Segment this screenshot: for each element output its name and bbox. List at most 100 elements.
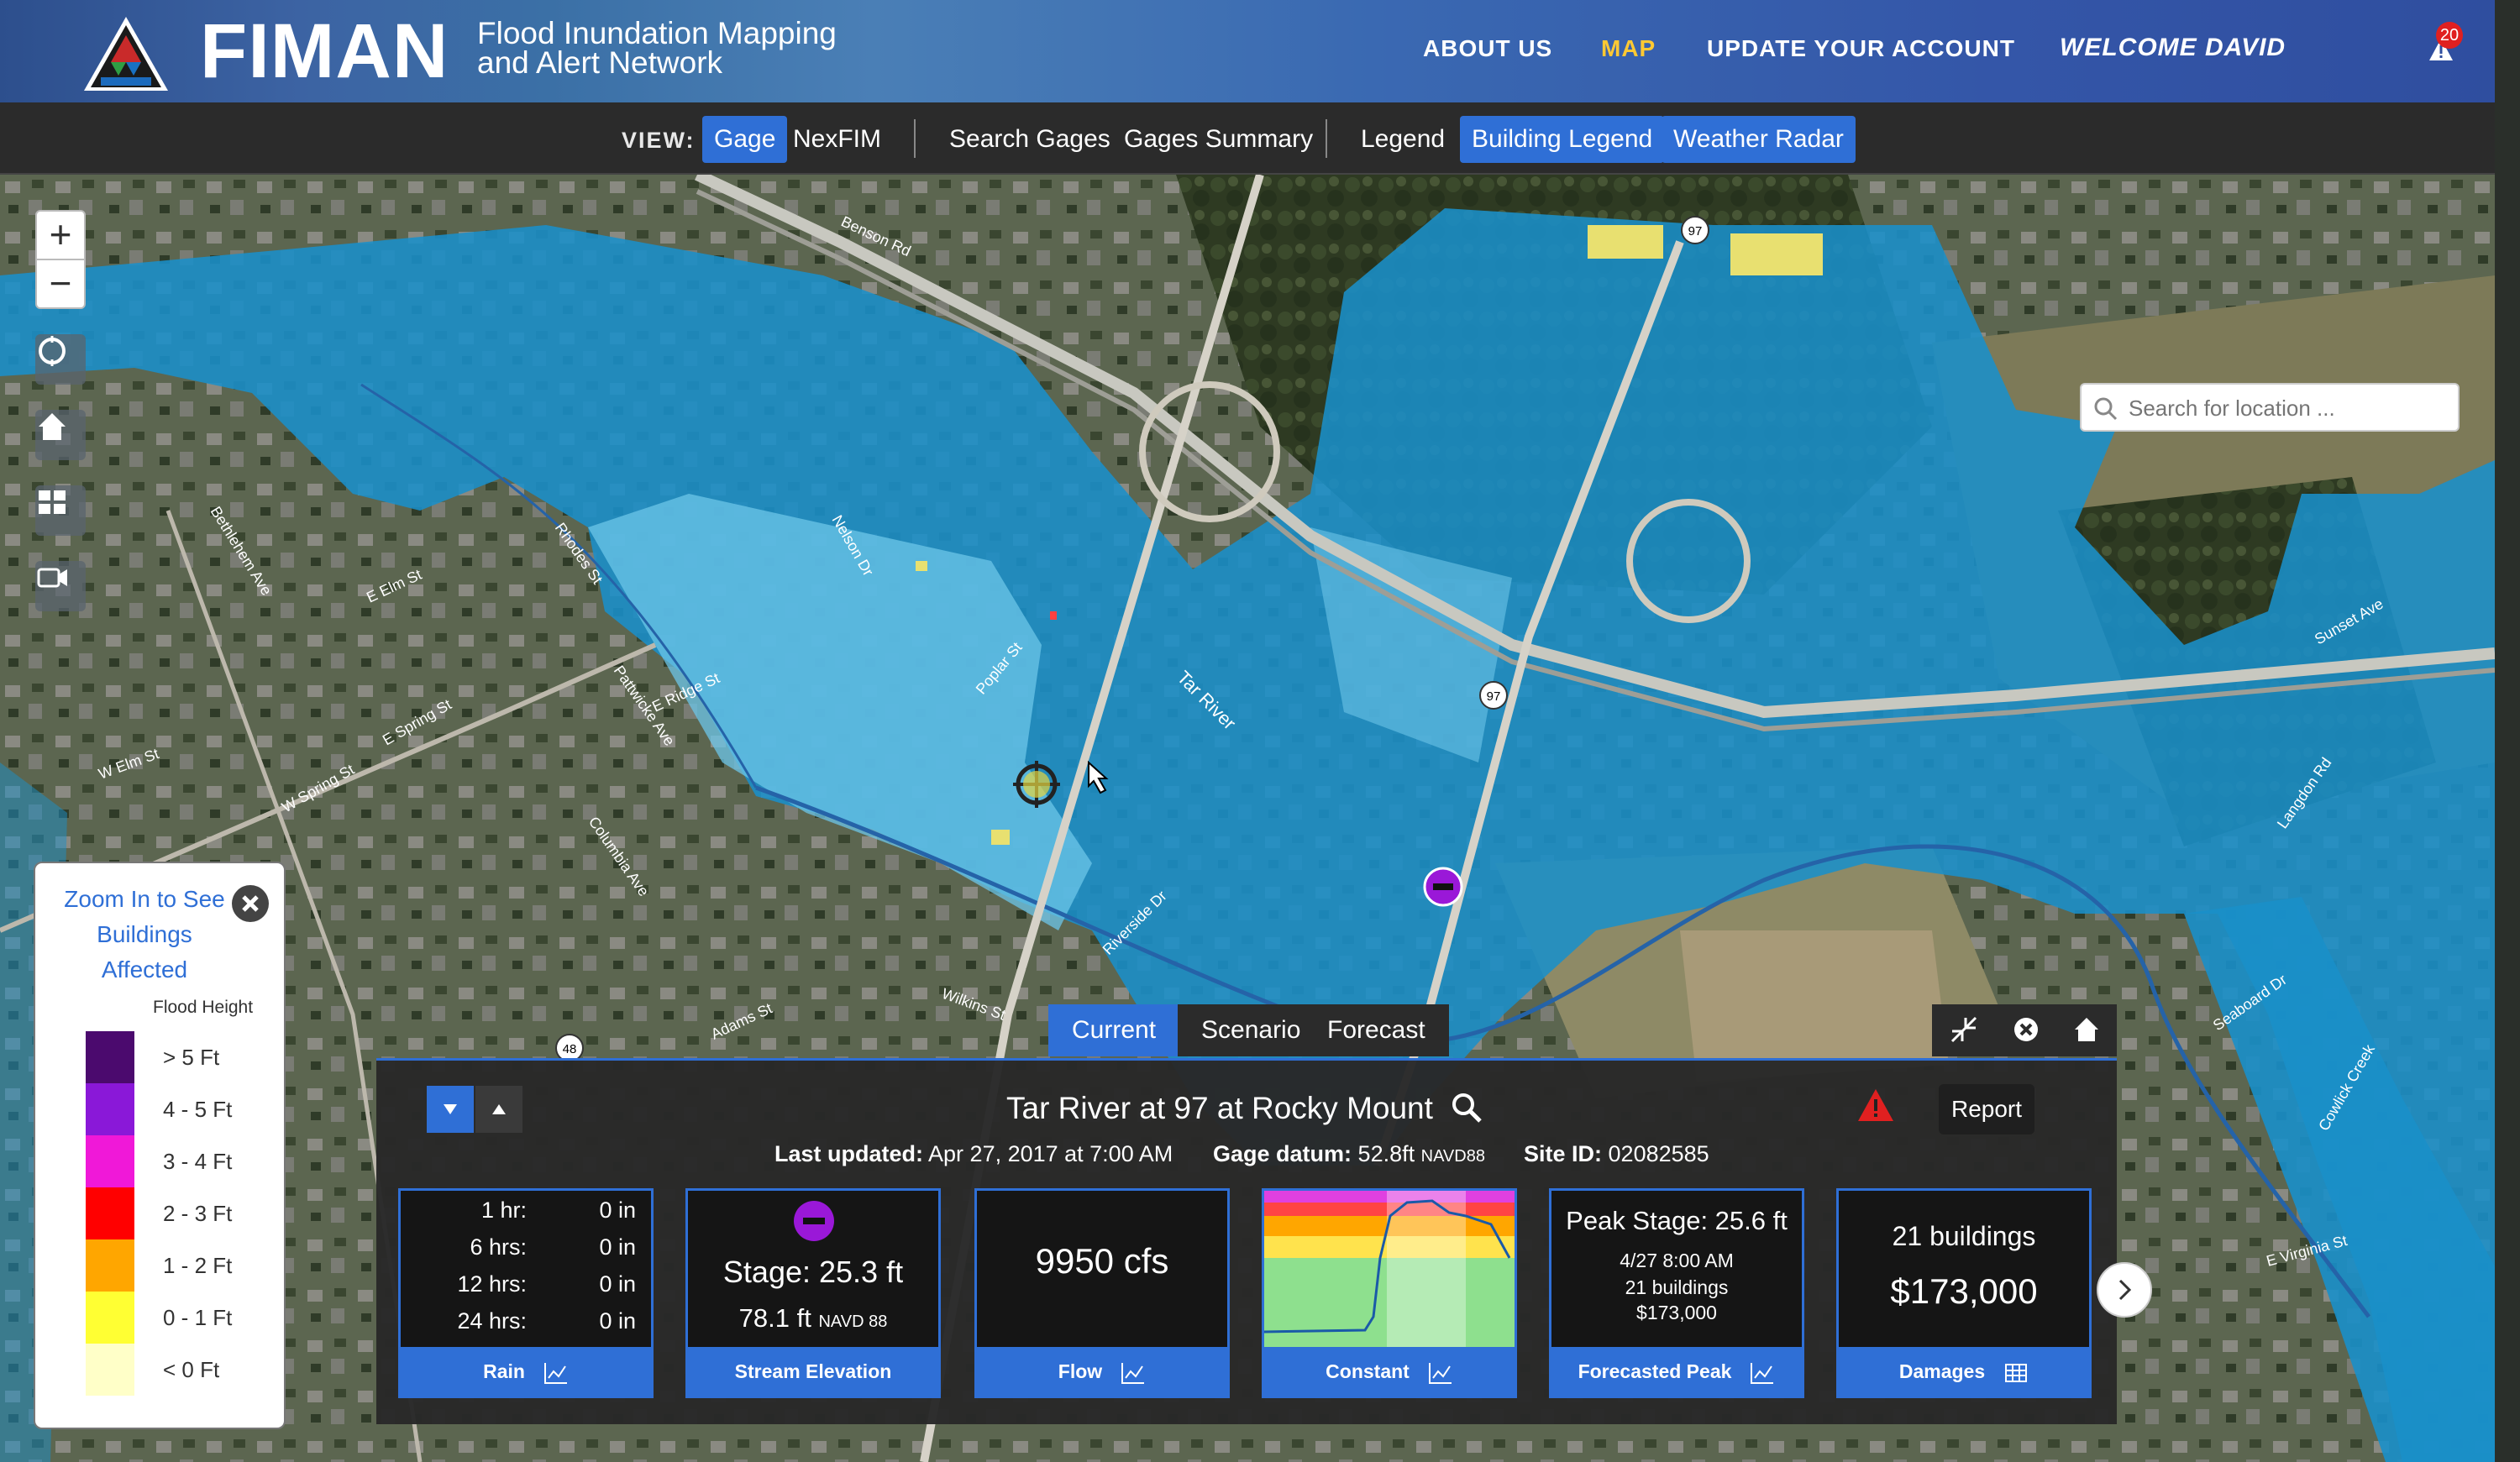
peak-damage: $173,000	[1636, 1302, 1717, 1323]
last-updated-label: Last updated:	[774, 1141, 924, 1166]
damages-footer[interactable]: Damages	[1839, 1347, 2089, 1396]
collapse-icon[interactable]	[1947, 1013, 1981, 1046]
nav-map[interactable]: MAP	[1601, 35, 1656, 62]
close-icon[interactable]	[232, 885, 269, 922]
chevron-down-icon[interactable]	[427, 1086, 474, 1133]
warning-icon[interactable]	[1856, 1086, 1895, 1124]
chart-icon[interactable]	[1750, 1361, 1775, 1385]
report-button[interactable]: Report	[1939, 1084, 2034, 1134]
damages-card[interactable]: 21 buildings $173,000 Damages	[1836, 1188, 2092, 1398]
search-gages-button[interactable]: Search Gages	[937, 116, 1122, 163]
legend-label: 3 - 4 Ft	[163, 1149, 233, 1174]
gage-title: Tar River at 97 at Rocky Mount	[1006, 1091, 1433, 1125]
rain-label-1hr: 1 hr:	[480, 1197, 527, 1223]
legend-swatch	[86, 1031, 134, 1083]
rain-value-12hr: 0 in	[599, 1271, 636, 1297]
building-legend-button[interactable]: Building Legend	[1460, 116, 1665, 163]
site-id-value: 02082585	[1608, 1141, 1709, 1166]
brand-name[interactable]: FIMAN	[200, 5, 449, 97]
flow-card[interactable]: 9950 cfs Flow	[974, 1188, 1230, 1398]
view-nexfim-button[interactable]: NexFIM	[781, 116, 893, 163]
close-icon[interactable]	[2009, 1013, 2043, 1046]
nav-about-us[interactable]: ABOUT US	[1423, 35, 1552, 62]
zoom-in-button[interactable]: +	[35, 210, 86, 260]
peak-stage: Peak Stage: 25.6 ft	[1566, 1206, 1788, 1235]
stream-elevation-footer[interactable]: Stream Elevation	[688, 1347, 938, 1396]
rain-card[interactable]: 1 hr: 0 in 6 hrs: 0 in 12 hrs: 0 in 24 h…	[398, 1188, 654, 1398]
chevron-up-icon[interactable]	[475, 1086, 522, 1133]
table-icon[interactable]	[2003, 1361, 2029, 1385]
legend-subtitle: Flood Height	[153, 998, 254, 1017]
top-header: FIMAN Flood Inundation Mapping and Alert…	[0, 0, 2495, 102]
search-icon[interactable]	[1450, 1091, 1483, 1124]
north-carolina-logo-icon[interactable]	[82, 15, 170, 92]
rain-label-12hr: 12 hrs:	[457, 1271, 527, 1297]
gages-summary-button[interactable]: Gages Summary	[1112, 116, 1325, 163]
forecasted-peak-footer[interactable]: Forecasted Peak	[1551, 1347, 1802, 1396]
peak-buildings: 21 buildings	[1625, 1276, 1729, 1298]
chart-icon[interactable]	[1428, 1361, 1453, 1385]
stream-elevation-card[interactable]: Stage: 25.3 ft 78.1 ft NAVD 88 Stream El…	[685, 1188, 941, 1398]
last-updated: Last updated: Apr 27, 2017 at 7:00 AM	[774, 1141, 1173, 1167]
legend-button[interactable]: Legend	[1349, 116, 1457, 163]
legend-swatch	[86, 1292, 134, 1344]
alert-count-badge[interactable]: 20	[2436, 22, 2463, 49]
legend-label: > 5 Ft	[163, 1045, 220, 1070]
gage-datum: Gage datum: 52.8ft NAVD88	[1213, 1141, 1485, 1167]
flow-footer[interactable]: Flow	[977, 1347, 1227, 1396]
stream-elevation: 78.1 ft NAVD 88	[688, 1303, 938, 1334]
rain-footer-label: Rain	[483, 1360, 525, 1382]
svg-text:97: 97	[1688, 224, 1703, 238]
gage-datum-unit: NAVD88	[1420, 1147, 1485, 1166]
tab-forecast[interactable]: Forecast	[1304, 1004, 1449, 1056]
tagline-line-1: Flood Inundation Mapping	[477, 16, 837, 50]
legend-title: Zoom In to See Buildings Affected	[64, 886, 225, 983]
view-label: VIEW:	[622, 128, 696, 153]
brand-tagline: Flood Inundation Mapping and Alert Netwo…	[477, 16, 837, 78]
svg-text:97: 97	[1487, 689, 1501, 704]
home-icon[interactable]	[35, 410, 86, 460]
chart-icon[interactable]	[543, 1361, 569, 1385]
chevron-right-icon	[2118, 1279, 2132, 1301]
view-gage-button[interactable]: Gage	[702, 116, 788, 163]
rain-label-24hr: 24 hrs:	[457, 1308, 527, 1334]
location-search-input[interactable]	[2129, 391, 2448, 425]
forecasted-peak-card[interactable]: Peak Stage: 25.6 ft 4/27 8:00 AM 21 buil…	[1549, 1188, 1804, 1398]
gage-marker-minus-icon[interactable]	[1423, 867, 1463, 907]
zoom-out-button[interactable]: −	[35, 259, 86, 309]
fiman-app: FIMAN Flood Inundation Mapping and Alert…	[0, 0, 2520, 1462]
home-icon[interactable]	[2070, 1013, 2103, 1046]
camera-icon[interactable]	[35, 561, 86, 611]
svg-text:48: 48	[563, 1042, 577, 1056]
legend-label: < 0 Ft	[163, 1357, 220, 1382]
route-shield-97: 97	[1681, 216, 1709, 244]
stream-elevation-value: 78.1 ft	[738, 1303, 811, 1333]
nav-update-account[interactable]: UPDATE YOUR ACCOUNT	[1707, 35, 2015, 62]
constant-card[interactable]: Constant	[1262, 1188, 1517, 1398]
rain-footer[interactable]: Rain	[401, 1347, 651, 1396]
toolbar-divider	[914, 119, 916, 158]
flood-height-legend: Zoom In to See Buildings Affected Flood …	[34, 862, 286, 1429]
legend-swatch	[86, 1344, 134, 1396]
constant-footer[interactable]: Constant	[1264, 1347, 1515, 1396]
location-search-box[interactable]	[2080, 383, 2460, 432]
chart-icon[interactable]	[1121, 1361, 1146, 1385]
toolbar-divider	[1326, 119, 1327, 158]
forecasted-peak-footer-label: Forecasted Peak	[1578, 1360, 1732, 1382]
legend-label: 2 - 3 Ft	[163, 1201, 233, 1226]
flow-value: 9950 cfs	[1035, 1241, 1169, 1281]
flow-footer-label: Flow	[1058, 1360, 1103, 1382]
stream-stage: Stage: 25.3 ft	[722, 1255, 904, 1289]
view-toolbar: VIEW: Gage NexFIM Search Gages Gages Sum…	[0, 102, 2495, 175]
next-card-button[interactable]	[2097, 1262, 2152, 1318]
grid-icon[interactable]	[35, 485, 86, 536]
last-updated-value: Apr 27, 2017 at 7:00 AM	[928, 1141, 1173, 1166]
locate-icon[interactable]	[35, 334, 86, 385]
legend-swatch	[86, 1239, 134, 1292]
gage-datum-label: Gage datum:	[1213, 1141, 1352, 1166]
weather-radar-button[interactable]: Weather Radar	[1662, 116, 1856, 163]
tab-scenario[interactable]: Scenario	[1178, 1004, 1325, 1056]
constant-footer-label: Constant	[1326, 1360, 1410, 1382]
tab-current[interactable]: Current	[1048, 1004, 1180, 1056]
nav-welcome-user[interactable]: WELCOME DAVID	[2060, 34, 2286, 62]
